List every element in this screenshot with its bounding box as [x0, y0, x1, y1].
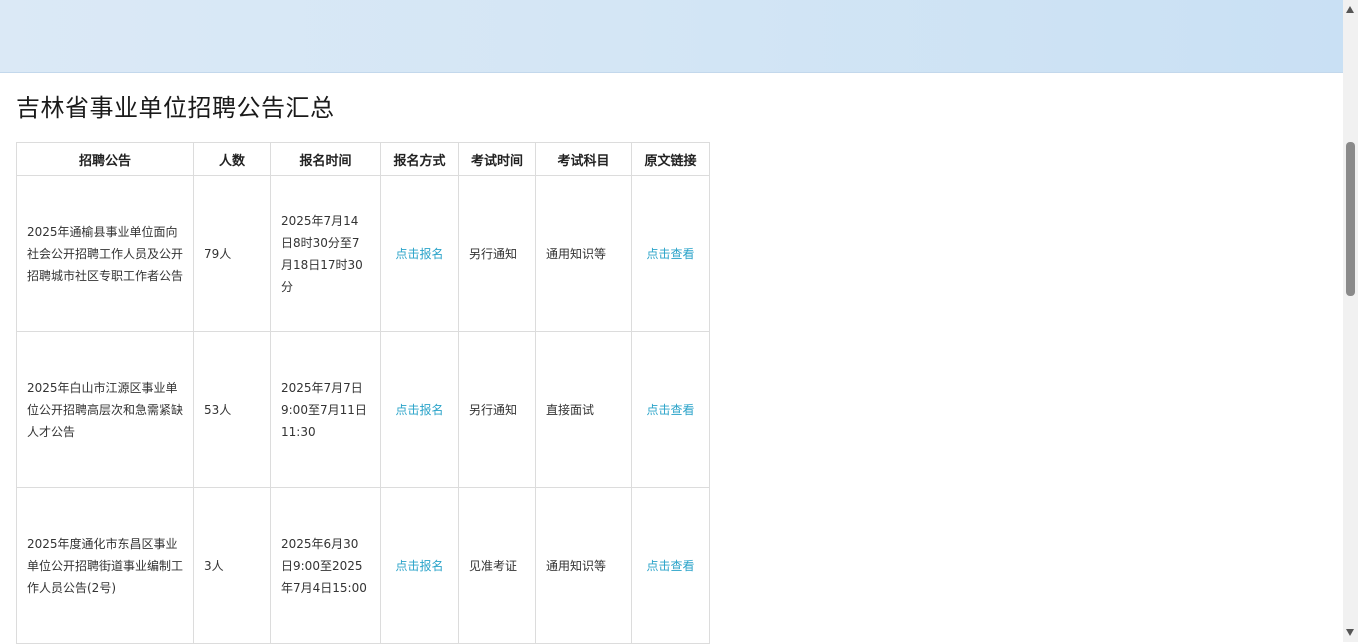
signup-method-cell: 点击报名: [380, 487, 459, 644]
notice-title: 2025年度通化市东昌区事业单位公开招聘街道事业编制工作人员公告(2号): [16, 487, 194, 644]
original-link-cell: 点击查看: [631, 331, 710, 488]
notice-title: 2025年通榆县事业单位面向社会公开招聘工作人员及公开招聘城市社区专职工作者公告: [16, 175, 194, 332]
header-link: 原文链接: [631, 142, 710, 176]
original-link-cell: 点击查看: [631, 487, 710, 644]
vertical-scrollbar[interactable]: [1343, 0, 1358, 642]
view-original-link[interactable]: 点击查看: [646, 559, 694, 573]
scroll-up-arrow-icon[interactable]: [1346, 6, 1354, 13]
notice-title: 2025年白山市江源区事业单位公开招聘高层次和急需紧缺人才公告: [16, 331, 194, 488]
scrollbar-thumb[interactable]: [1346, 142, 1355, 296]
header-banner: [0, 0, 1343, 73]
exam-subject: 通用知识等: [535, 175, 632, 332]
signup-time: 2025年6月30日9:00至2025年7月4日15:00: [270, 487, 381, 644]
exam-subject: 直接面试: [535, 331, 632, 488]
table-row: 2025年白山市江源区事业单位公开招聘高层次和急需紧缺人才公告 53人 2025…: [16, 331, 710, 488]
exam-time: 见准考证: [458, 487, 536, 644]
recruitment-table: 招聘公告 人数 报名时间 报名方式 考试时间 考试科目 原文链接 2025年通榆…: [16, 142, 710, 644]
headcount: 79人: [193, 175, 271, 332]
original-link-cell: 点击查看: [631, 175, 710, 332]
headcount: 53人: [193, 331, 271, 488]
headcount: 3人: [193, 487, 271, 644]
exam-time: 另行通知: [458, 331, 536, 488]
signup-link[interactable]: 点击报名: [395, 403, 443, 417]
header-signup-time: 报名时间: [270, 142, 381, 176]
signup-link[interactable]: 点击报名: [395, 247, 443, 261]
exam-subject: 通用知识等: [535, 487, 632, 644]
header-exam-subject: 考试科目: [535, 142, 632, 176]
table-header-row: 招聘公告 人数 报名时间 报名方式 考试时间 考试科目 原文链接: [16, 142, 710, 176]
table-row: 2025年度通化市东昌区事业单位公开招聘街道事业编制工作人员公告(2号) 3人 …: [16, 487, 710, 644]
exam-time: 另行通知: [458, 175, 536, 332]
header-signup-method: 报名方式: [380, 142, 459, 176]
header-count: 人数: [193, 142, 271, 176]
header-exam-time: 考试时间: [458, 142, 536, 176]
table-row: 2025年通榆县事业单位面向社会公开招聘工作人员及公开招聘城市社区专职工作者公告…: [16, 175, 710, 332]
signup-time: 2025年7月7日9:00至7月11日11:30: [270, 331, 381, 488]
page-title: 吉林省事业单位招聘公告汇总: [16, 94, 335, 122]
scroll-down-arrow-icon[interactable]: [1346, 629, 1354, 636]
view-original-link[interactable]: 点击查看: [646, 403, 694, 417]
signup-method-cell: 点击报名: [380, 175, 459, 332]
signup-time: 2025年7月14日8时30分至7月18日17时30分: [270, 175, 381, 332]
view-original-link[interactable]: 点击查看: [646, 247, 694, 261]
signup-method-cell: 点击报名: [380, 331, 459, 488]
signup-link[interactable]: 点击报名: [395, 559, 443, 573]
header-notice: 招聘公告: [16, 142, 194, 176]
